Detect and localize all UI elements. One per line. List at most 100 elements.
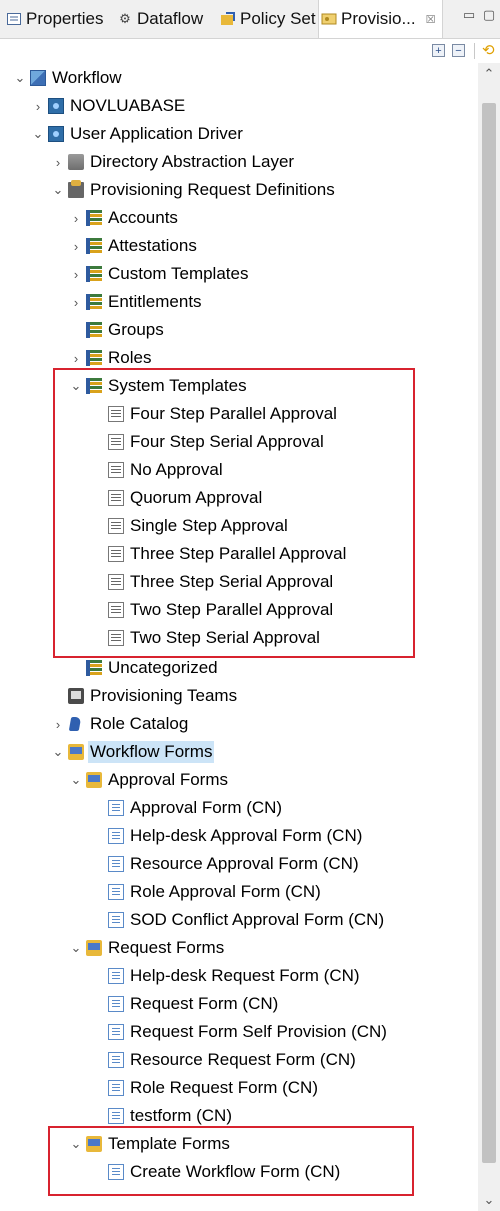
tab-dataflow[interactable]: ⚙ Dataflow [117,0,203,38]
tab-policy-set[interactable]: Policy Set [220,0,316,38]
chevron-right-icon[interactable]: › [50,148,66,176]
category-icon [86,238,102,254]
driver-icon [48,98,64,114]
category-icon [86,660,102,676]
scroll-down-icon[interactable]: ⌄ [478,1189,500,1211]
tree-node-approval-forms[interactable]: ⌄ Approval Forms [0,766,230,794]
tab-label: Policy Set [240,9,316,28]
tree-node-category[interactable]: › Attestations [0,232,199,260]
chevron-right-icon[interactable]: › [68,232,84,260]
chevron-down-icon[interactable]: ⌄ [50,738,66,766]
form-icon [108,1108,124,1124]
chevron-right-icon[interactable]: › [68,260,84,288]
vertical-scrollbar[interactable]: ⌃ ⌄ [478,63,500,1211]
minimize-icon[interactable]: ▭ [462,8,476,22]
tree-node-label: Workflow Forms [88,741,215,763]
tree-node-form[interactable]: Approval Form (CN) [0,794,284,822]
chevron-right-icon[interactable]: › [50,710,66,738]
category-icon [86,294,102,310]
tree-node-uncategorized[interactable]: Uncategorized [0,654,220,682]
tree-node-label: Help-desk Request Form (CN) [130,966,360,985]
tree-node-provisioning-teams[interactable]: Provisioning Teams [0,682,239,710]
toolbar-separator [474,43,475,59]
tree-node-form[interactable]: Resource Request Form (CN) [0,1046,358,1074]
driver-icon [48,126,64,142]
chevron-down-icon[interactable]: ⌄ [68,766,84,794]
expand-all-icon[interactable]: + [432,44,445,57]
tree-node-workflow[interactable]: ⌄ Workflow [0,64,124,92]
tree-node-form[interactable]: SOD Conflict Approval Form (CN) [0,906,386,934]
directory-abstraction-layer-icon [68,154,84,170]
tree-node-label: Approval Forms [108,770,228,789]
tree-node-label: Role Request Form (CN) [130,1078,318,1097]
tree-node-novluabase[interactable]: › NOVLUABASE [0,92,187,120]
role-catalog-icon [68,716,84,732]
category-icon [86,266,102,282]
tab-label: Dataflow [137,9,204,28]
category-icon [86,350,102,366]
form-icon [108,968,124,984]
tree-node-form[interactable]: Role Request Form (CN) [0,1074,320,1102]
tree-node-label: Request Forms [108,938,225,957]
tree-node-form[interactable]: Help-desk Request Form (CN) [0,962,362,990]
provisioning-request-definitions-icon [68,180,84,198]
chevron-right-icon[interactable]: › [30,92,46,120]
tab-label: Provisio... [341,9,416,28]
tab-provisioning[interactable]: Provisio... ☒ [318,0,443,38]
tree-node-label: Uncategorized [108,658,218,677]
chevron-down-icon[interactable]: ⌄ [50,176,66,204]
scrollbar-thumb[interactable] [482,103,496,1163]
tree-node-label: NOVLUABASE [70,96,186,115]
dataflow-icon: ⚙ [119,11,131,26]
scroll-up-icon[interactable]: ⌃ [478,63,500,85]
maximize-icon[interactable]: ▢ [482,8,496,22]
form-icon [108,996,124,1012]
tree-node-form[interactable]: Request Form Self Provision (CN) [0,1018,389,1046]
tree-node-label: Workflow [52,68,122,87]
tab-label: Properties [26,9,104,28]
chevron-down-icon[interactable]: ⌄ [68,934,84,962]
chevron-down-icon[interactable]: ⌄ [30,120,46,148]
tree-node-label: Approval Form (CN) [130,798,283,817]
tree-node-form[interactable]: Role Approval Form (CN) [0,878,323,906]
tree-node-user-application-driver[interactable]: ⌄ User Application Driver [0,120,245,148]
chevron-right-icon[interactable]: › [68,288,84,316]
tree-node-label: Role Catalog [90,714,189,733]
form-icon [108,1024,124,1040]
tree-node-category[interactable]: › Custom Templates [0,260,250,288]
workflow-icon [30,70,46,86]
tree-node-directory-abstraction-layer[interactable]: › Directory Abstraction Layer [0,148,296,176]
tree-node-form[interactable]: Request Form (CN) [0,990,280,1018]
category-icon [86,210,102,226]
chevron-down-icon[interactable]: ⌄ [12,64,28,92]
tree-node-category[interactable]: › Accounts [0,204,180,232]
tree-node-request-forms[interactable]: ⌄ Request Forms [0,934,226,962]
forms-folder-icon [68,744,84,760]
tree-node-label: Provisioning Teams [90,686,238,705]
category-icon [86,322,102,338]
chevron-right-icon[interactable]: › [68,204,84,232]
form-icon [108,828,124,844]
sync-icon[interactable]: ⟲ [482,41,495,59]
tree-node-category[interactable]: › Entitlements [0,288,204,316]
tree-node-provisioning-request-definitions[interactable]: ⌄ Provisioning Request Definitions [0,176,337,204]
tab-properties[interactable]: Properties [6,0,103,38]
close-icon[interactable]: ☒ [426,13,436,26]
tree-node-workflow-forms[interactable]: ⌄ Workflow Forms [0,738,215,766]
tree-node-label: Groups [108,320,164,339]
provisioning-teams-icon [68,688,84,704]
form-icon [108,884,124,900]
tree-node-form[interactable]: Resource Approval Form (CN) [0,850,361,878]
form-icon [108,800,124,816]
tree-node-form[interactable]: Help-desk Approval Form (CN) [0,822,364,850]
tree-node-label: Resource Approval Form (CN) [130,854,359,873]
form-icon [108,1080,124,1096]
tree-node-label: Directory Abstraction Layer [90,152,295,171]
tree-node-label: Accounts [108,208,178,227]
collapse-all-icon[interactable]: − [452,44,465,57]
tree-node-role-catalog[interactable]: › Role Catalog [0,710,190,738]
properties-icon [6,11,22,27]
form-icon [108,912,124,928]
tree-node-category[interactable]: Groups [0,316,166,344]
tree-node-label: Request Form (CN) [130,994,279,1013]
